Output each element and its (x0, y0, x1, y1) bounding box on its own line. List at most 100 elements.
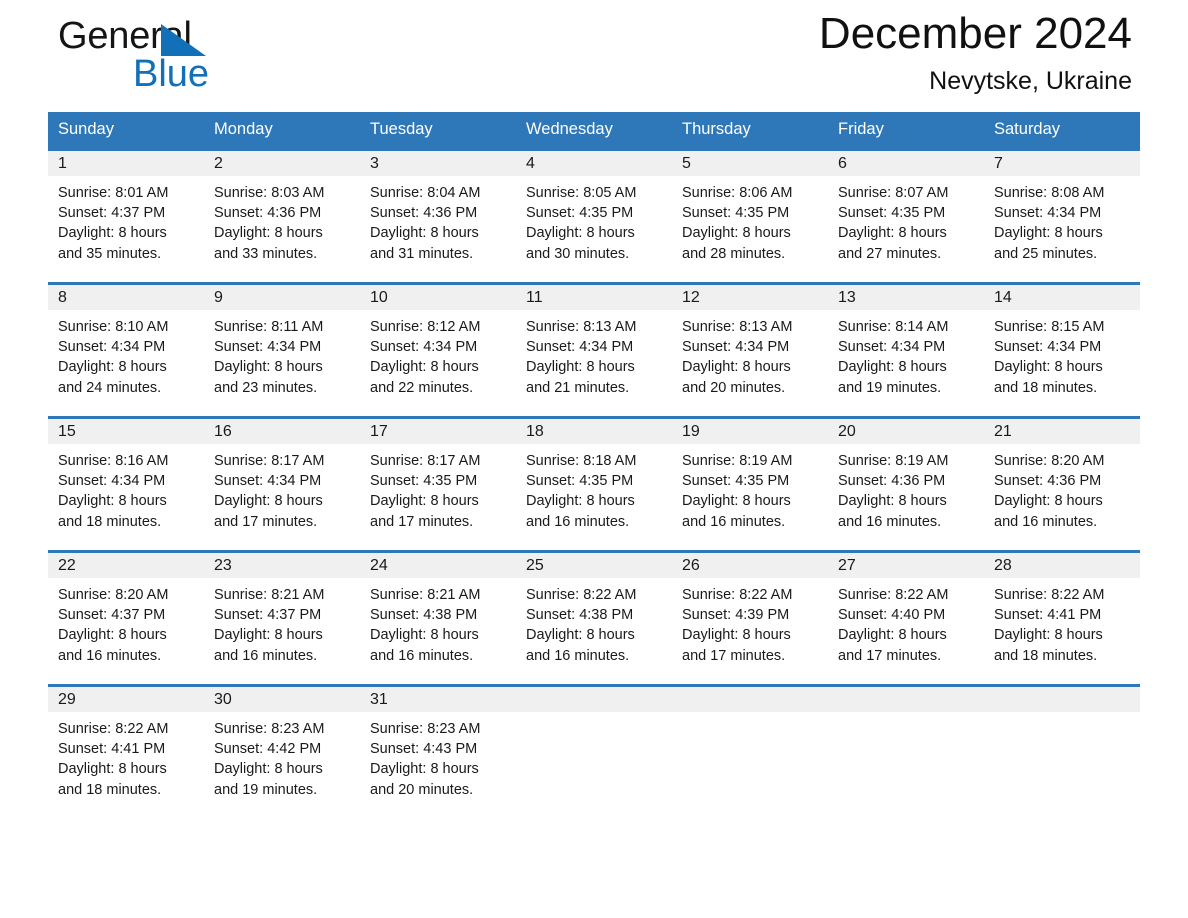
sunrise-sunset-calendar: Sunday Monday Tuesday Wednesday Thursday… (48, 112, 1140, 818)
calendar-cell[interactable]: 12 Sunrise: 8:13 AM Sunset: 4:34 PM Dayligh… (672, 282, 828, 416)
calendar-cell[interactable]: 18 Sunrise: 8:18 AM Sunset: 4:35 PM Dayligh… (516, 416, 672, 550)
daylight-text-line1: Daylight: 8 hours (682, 627, 791, 644)
day-number: 20 (828, 419, 984, 444)
calendar-cell[interactable]: 7 Sunrise: 8:08 AM Sunset: 4:34 PM Daylight… (984, 148, 1140, 282)
day-details: Sunrise: 8:22 AM Sunset: 4:41 PM Daylight:… (48, 712, 204, 800)
daylight-text-line2: and 19 minutes. (214, 781, 318, 798)
daylight-text-line2: and 24 minutes. (58, 379, 162, 396)
sunset-text: Sunset: 4:35 PM (526, 473, 634, 490)
calendar-cell[interactable]: 14 Sunrise: 8:15 AM Sunset: 4:34 PM Dayligh… (984, 282, 1140, 416)
calendar-cell[interactable]: 23 Sunrise: 8:21 AM Sunset: 4:37 PM Dayligh… (204, 550, 360, 684)
day-number: 5 (672, 151, 828, 176)
calendar-cell[interactable]: 11 Sunrise: 8:13 AM Sunset: 4:34 PM Dayligh… (516, 282, 672, 416)
day-number: 15 (48, 419, 204, 444)
calendar-cell[interactable]: 3 Sunrise: 8:04 AM Sunset: 4:36 PM Daylight… (360, 148, 516, 282)
daylight-text-line2: and 17 minutes. (682, 647, 786, 664)
calendar-week-row: 15 Sunrise: 8:16 AM Sunset: 4:34 PM Dayligh… (48, 416, 1140, 550)
calendar-cell[interactable]: 20 Sunrise: 8:19 AM Sunset: 4:36 PM Dayligh… (828, 416, 984, 550)
day-number: 17 (360, 419, 516, 444)
daylight-text-line2: and 30 minutes. (526, 245, 630, 262)
calendar-cell[interactable]: 1 Sunrise: 8:01 AM Sunset: 4:37 PM Daylight… (48, 148, 204, 282)
daylight-text-line1: Daylight: 8 hours (370, 493, 479, 510)
day-number: 6 (828, 151, 984, 176)
day-details (672, 712, 828, 719)
daylight-text-line1: Daylight: 8 hours (214, 493, 323, 510)
day-details: Sunrise: 8:22 AM Sunset: 4:38 PM Daylight:… (516, 578, 672, 666)
sunrise-text: Sunrise: 8:22 AM (994, 587, 1105, 603)
sunset-text: Sunset: 4:37 PM (58, 607, 166, 624)
calendar-cell[interactable]: 30 Sunrise: 8:23 AM Sunset: 4:42 PM Dayligh… (204, 684, 360, 818)
daylight-text-line1: Daylight: 8 hours (58, 359, 167, 376)
calendar-cell[interactable]: 4 Sunrise: 8:05 AM Sunset: 4:35 PM Daylight… (516, 148, 672, 282)
sunset-text: Sunset: 4:38 PM (370, 607, 478, 624)
calendar-cell[interactable]: 21 Sunrise: 8:20 AM Sunset: 4:36 PM Dayligh… (984, 416, 1140, 550)
weekday-header-tuesday: Tuesday (360, 112, 516, 148)
generalblue-logo[interactable]: General Blue (58, 14, 358, 106)
calendar-cell[interactable]: 13 Sunrise: 8:14 AM Sunset: 4:34 PM Dayligh… (828, 282, 984, 416)
calendar-cell[interactable]: 28 Sunrise: 8:22 AM Sunset: 4:41 PM Dayligh… (984, 550, 1140, 684)
calendar-cell[interactable]: 5 Sunrise: 8:06 AM Sunset: 4:35 PM Daylight… (672, 148, 828, 282)
calendar-cell[interactable]: 26 Sunrise: 8:22 AM Sunset: 4:39 PM Dayligh… (672, 550, 828, 684)
daylight-text-line1: Daylight: 8 hours (682, 493, 791, 510)
day-number: 14 (984, 285, 1140, 310)
daylight-text-line2: and 28 minutes. (682, 245, 786, 262)
sunrise-text: Sunrise: 8:20 AM (58, 587, 169, 603)
day-number: 19 (672, 419, 828, 444)
calendar-cell[interactable]: 31 Sunrise: 8:23 AM Sunset: 4:43 PM Dayligh… (360, 684, 516, 818)
calendar-cell[interactable]: 9 Sunrise: 8:11 AM Sunset: 4:34 PM Daylight… (204, 282, 360, 416)
sunrise-text: Sunrise: 8:23 AM (370, 721, 481, 737)
daylight-text-line2: and 25 minutes. (994, 245, 1098, 262)
daylight-text-line1: Daylight: 8 hours (370, 761, 479, 778)
daylight-text-line2: and 16 minutes. (370, 647, 474, 664)
calendar-body: 1 Sunrise: 8:01 AM Sunset: 4:37 PM Daylight… (48, 148, 1140, 818)
sunrise-text: Sunrise: 8:12 AM (370, 319, 481, 335)
daylight-text-line1: Daylight: 8 hours (838, 225, 947, 242)
sunset-text: Sunset: 4:36 PM (370, 205, 478, 222)
day-details: Sunrise: 8:23 AM Sunset: 4:43 PM Daylight:… (360, 712, 516, 800)
day-details: Sunrise: 8:10 AM Sunset: 4:34 PM Daylight:… (48, 310, 204, 398)
day-number: 29 (48, 687, 204, 712)
daylight-text-line2: and 27 minutes. (838, 245, 942, 262)
daylight-text-line2: and 16 minutes. (526, 647, 630, 664)
sunset-text: Sunset: 4:35 PM (526, 205, 634, 222)
day-details: Sunrise: 8:22 AM Sunset: 4:41 PM Daylight:… (984, 578, 1140, 666)
daylight-text-line1: Daylight: 8 hours (214, 627, 323, 644)
sunrise-text: Sunrise: 8:08 AM (994, 185, 1105, 201)
calendar-cell[interactable]: 27 Sunrise: 8:22 AM Sunset: 4:40 PM Dayligh… (828, 550, 984, 684)
daylight-text-line2: and 20 minutes. (682, 379, 786, 396)
day-number: 1 (48, 151, 204, 176)
day-number: 7 (984, 151, 1140, 176)
calendar-cell[interactable]: 6 Sunrise: 8:07 AM Sunset: 4:35 PM Daylight… (828, 148, 984, 282)
calendar-cell[interactable]: 16 Sunrise: 8:17 AM Sunset: 4:34 PM Dayligh… (204, 416, 360, 550)
sunset-text: Sunset: 4:41 PM (994, 607, 1102, 624)
calendar-cell[interactable]: 25 Sunrise: 8:22 AM Sunset: 4:38 PM Dayligh… (516, 550, 672, 684)
calendar-cell[interactable]: 2 Sunrise: 8:03 AM Sunset: 4:36 PM Daylight… (204, 148, 360, 282)
daylight-text-line2: and 21 minutes. (526, 379, 630, 396)
day-number: 10 (360, 285, 516, 310)
daylight-text-line2: and 18 minutes. (994, 379, 1098, 396)
day-details: Sunrise: 8:20 AM Sunset: 4:37 PM Daylight:… (48, 578, 204, 666)
day-details (828, 712, 984, 719)
daylight-text-line1: Daylight: 8 hours (370, 359, 479, 376)
calendar-cell[interactable]: 22 Sunrise: 8:20 AM Sunset: 4:37 PM Dayligh… (48, 550, 204, 684)
sunrise-text: Sunrise: 8:19 AM (682, 453, 793, 469)
sunrise-text: Sunrise: 8:22 AM (838, 587, 949, 603)
daylight-text-line2: and 19 minutes. (838, 379, 942, 396)
daylight-text-line1: Daylight: 8 hours (838, 493, 947, 510)
calendar-cell[interactable]: 29 Sunrise: 8:22 AM Sunset: 4:41 PM Dayligh… (48, 684, 204, 818)
day-details: Sunrise: 8:19 AM Sunset: 4:36 PM Daylight:… (828, 444, 984, 532)
calendar-cell[interactable]: 15 Sunrise: 8:16 AM Sunset: 4:34 PM Dayligh… (48, 416, 204, 550)
weekday-header-sunday: Sunday (48, 112, 204, 148)
calendar-cell[interactable]: 8 Sunrise: 8:10 AM Sunset: 4:34 PM Daylight… (48, 282, 204, 416)
sunrise-text: Sunrise: 8:05 AM (526, 185, 637, 201)
calendar-cell[interactable]: 10 Sunrise: 8:12 AM Sunset: 4:34 PM Dayligh… (360, 282, 516, 416)
calendar-cell[interactable]: 24 Sunrise: 8:21 AM Sunset: 4:38 PM Dayligh… (360, 550, 516, 684)
daylight-text-line1: Daylight: 8 hours (214, 359, 323, 376)
calendar-cell[interactable]: 17 Sunrise: 8:17 AM Sunset: 4:35 PM Dayligh… (360, 416, 516, 550)
day-details: Sunrise: 8:14 AM Sunset: 4:34 PM Daylight:… (828, 310, 984, 398)
weekday-header-friday: Friday (828, 112, 984, 148)
sunset-text: Sunset: 4:34 PM (58, 339, 166, 356)
calendar-cell[interactable]: 19 Sunrise: 8:19 AM Sunset: 4:35 PM Dayligh… (672, 416, 828, 550)
day-details: Sunrise: 8:20 AM Sunset: 4:36 PM Daylight:… (984, 444, 1140, 532)
daylight-text-line1: Daylight: 8 hours (526, 359, 635, 376)
